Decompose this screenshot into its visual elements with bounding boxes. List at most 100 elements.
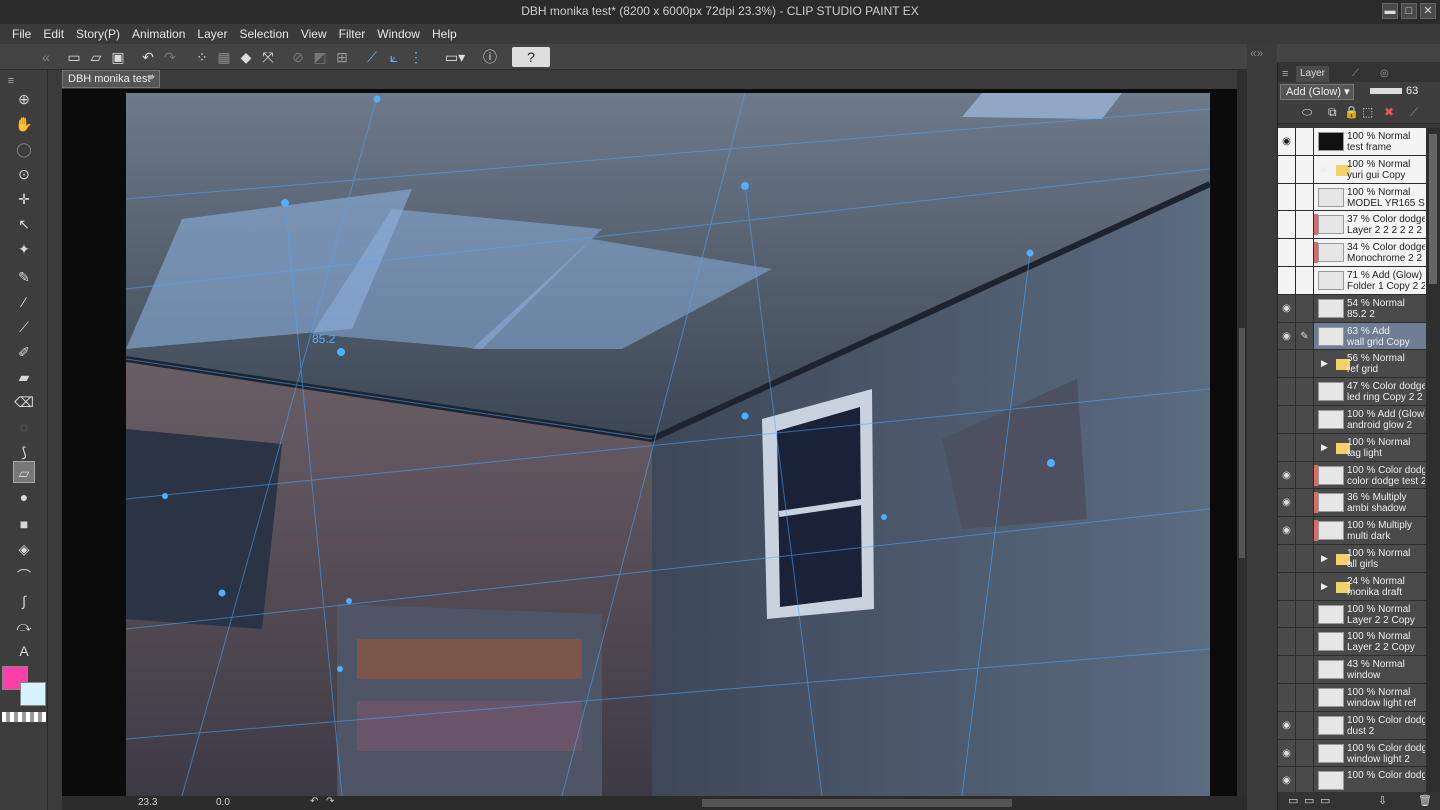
sub-color-swatch[interactable] — [20, 682, 46, 706]
decoration-tool-icon[interactable]: ▰ — [13, 366, 35, 388]
close-button[interactable]: ✕ — [1420, 3, 1436, 19]
visibility-eye-icon[interactable]: ◉ — [1278, 739, 1296, 767]
info-icon[interactable]: ⓘ — [480, 47, 500, 67]
clear-outside-icon[interactable]: ▦ — [214, 47, 234, 67]
clip-layer-icon[interactable]: ⧉ — [1328, 105, 1337, 120]
menu-window[interactable]: Window — [371, 27, 426, 41]
scroll-thumb[interactable] — [1239, 328, 1245, 558]
rotate-left-icon[interactable]: ↶ — [310, 796, 318, 807]
visibility-eye-icon[interactable] — [1278, 600, 1296, 628]
layer-row[interactable]: 43 % Normal window — [1278, 656, 1426, 684]
lock-transparency-icon[interactable]: ⬚ — [1362, 105, 1373, 119]
visibility-eye-icon[interactable] — [1278, 683, 1296, 711]
expand-panels-icon[interactable]: «» — [1250, 46, 1263, 60]
zoom-tool-icon[interactable]: ⊕ — [13, 88, 35, 110]
navigator-tab-icon[interactable]: ◎ — [1376, 66, 1393, 82]
fill-icon[interactable]: ◆ — [236, 47, 256, 67]
layer-row[interactable]: 100 % Normal Layer 2 2 Copy — [1278, 600, 1426, 629]
layer-row[interactable]: 34 % Color dodgeMonochrome 2 2 Copy — [1278, 239, 1426, 267]
visibility-eye-icon[interactable] — [1278, 239, 1296, 266]
visibility-eye-icon[interactable]: ◉ — [1278, 711, 1296, 739]
open-file-icon[interactable]: ▱ — [86, 47, 106, 67]
menu-layer[interactable]: Layer — [191, 27, 233, 41]
edit-target-icon[interactable] — [1296, 461, 1314, 489]
edit-target-icon[interactable] — [1296, 711, 1314, 739]
panel-menu-icon[interactable]: ≡ — [1278, 66, 1292, 82]
folder-expand-icon[interactable]: ▶ — [1321, 358, 1328, 369]
visibility-eye-icon[interactable] — [1278, 211, 1296, 239]
layer-row[interactable]: ▶ 100 % Normal all girls — [1278, 544, 1426, 573]
document-tab-close-icon[interactable]: ● — [148, 72, 154, 83]
pen-tool-icon[interactable]: ✎ — [13, 266, 35, 288]
operation-tool-icon[interactable]: ↖ — [13, 213, 35, 235]
delete-mask-icon[interactable]: ✖ — [1384, 105, 1394, 119]
blend-tool-icon[interactable]: ⟆ — [13, 441, 35, 463]
menu-edit[interactable]: Edit — [37, 27, 70, 41]
layer-row[interactable]: ◉ 36 % Multiply ambi shadow — [1278, 489, 1426, 518]
gradient-tool-icon[interactable]: ■ — [13, 513, 35, 535]
new-folder-icon[interactable]: ▭ — [1320, 794, 1330, 807]
text-tool-icon[interactable]: A — [13, 640, 35, 662]
visibility-eye-icon[interactable] — [1278, 628, 1296, 656]
document-tab[interactable]: DBH monika test* ● — [62, 70, 160, 88]
visibility-eye-icon[interactable] — [1278, 656, 1296, 683]
layer-row[interactable]: 47 % Color dodge led ring Copy 2 2 2 — [1278, 378, 1426, 406]
edit-target-icon[interactable] — [1296, 350, 1314, 378]
correct-line-tool-icon[interactable]: ⤼ — [13, 615, 35, 637]
menu-help[interactable]: Help — [426, 27, 463, 41]
soft-eraser-tool-icon[interactable]: ▱ — [13, 461, 35, 483]
layer-row[interactable]: ◉ 100 % Multiply multi dark — [1278, 517, 1426, 545]
rotate-right-icon[interactable]: ↷ — [326, 796, 334, 807]
edit-target-icon[interactable] — [1296, 544, 1314, 572]
layer-row[interactable]: 100 % Normal window light ref — [1278, 683, 1426, 712]
help-icon[interactable]: ? — [512, 47, 550, 67]
layer-row[interactable]: 100 % Add (Glow) android glow 2 — [1278, 405, 1426, 434]
menu-animation[interactable]: Animation — [126, 27, 191, 41]
edit-target-icon[interactable] — [1296, 183, 1314, 211]
layer-row[interactable]: 37 % Color dodgeLayer 2 2 2 2 2 2 2 Copy — [1278, 211, 1426, 240]
edit-target-icon[interactable] — [1296, 211, 1314, 239]
menu-filter[interactable]: Filter — [333, 27, 372, 41]
edit-target-icon[interactable] — [1296, 378, 1314, 405]
collapse-left-icon[interactable]: « — [36, 47, 56, 67]
merge-down-icon[interactable]: ⇩ — [1378, 794, 1387, 807]
deselect-icon[interactable]: ⊘ — [288, 47, 308, 67]
edit-target-icon[interactable] — [1296, 294, 1314, 322]
layer-row[interactable]: ◉ 100 % Color dodge color dodge test 2 — [1278, 461, 1426, 490]
invert-selection-icon[interactable]: ◩ — [310, 47, 330, 67]
visibility-eye-icon[interactable]: ◉ — [1278, 489, 1296, 517]
lock-icon[interactable]: 🔒 — [1344, 105, 1359, 119]
visibility-eye-icon[interactable] — [1278, 544, 1296, 572]
layer-row[interactable]: ▶ 56 % Normal ref grid — [1278, 350, 1426, 379]
new-file-icon[interactable]: ▭ — [64, 47, 84, 67]
line-tool-icon[interactable]: ∫ — [13, 590, 35, 612]
auto-select-icon[interactable]: ⊙ — [13, 163, 35, 185]
redo-icon[interactable]: ↷ — [160, 47, 180, 67]
eyedropper-tool-icon[interactable]: ✦ — [13, 238, 35, 260]
layer-scroll-thumb[interactable] — [1429, 134, 1437, 284]
layer-row[interactable]: ◉ 100 % Color dodge dust 2 — [1278, 711, 1426, 740]
edit-target-icon[interactable] — [1296, 628, 1314, 656]
layer-row[interactable]: ▶ 100 % Normal tag light — [1278, 433, 1426, 462]
figure-tool-icon[interactable]: ⌒ — [13, 565, 35, 587]
folder-expand-icon[interactable]: ▶ — [1321, 164, 1328, 175]
edit-target-icon[interactable] — [1296, 239, 1314, 266]
menu-story[interactable]: Story(P) — [70, 27, 126, 41]
visibility-eye-icon[interactable] — [1278, 405, 1296, 433]
canvas-area[interactable]: 85.2 — [62, 89, 1237, 796]
canvas-vertical-scrollbar[interactable] — [1237, 70, 1247, 796]
undo-icon[interactable]: ↶ — [138, 47, 158, 67]
layer-row[interactable]: 100 % NormalMODEL YR165 Sensor — [1278, 183, 1426, 212]
layer-row[interactable]: ◉ 100 % Color dodge window light 2 — [1278, 739, 1426, 768]
eraser-tool-icon[interactable]: ⌫ — [13, 391, 35, 413]
rotation-value[interactable]: 0.0 — [216, 797, 230, 808]
edit-target-icon[interactable] — [1296, 683, 1314, 711]
visibility-eye-icon[interactable]: ◉ — [1278, 767, 1296, 792]
edit-target-icon[interactable] — [1296, 489, 1314, 517]
edit-target-icon[interactable] — [1296, 266, 1314, 294]
visibility-eye-icon[interactable] — [1278, 183, 1296, 211]
horizontal-scrollbar[interactable] — [702, 799, 1012, 807]
save-icon[interactable]: ▣ — [108, 47, 128, 67]
hand-tool-icon[interactable]: ✋ — [13, 113, 35, 135]
layer-row[interactable]: ◉ 100 % Normal test frame — [1278, 128, 1426, 156]
